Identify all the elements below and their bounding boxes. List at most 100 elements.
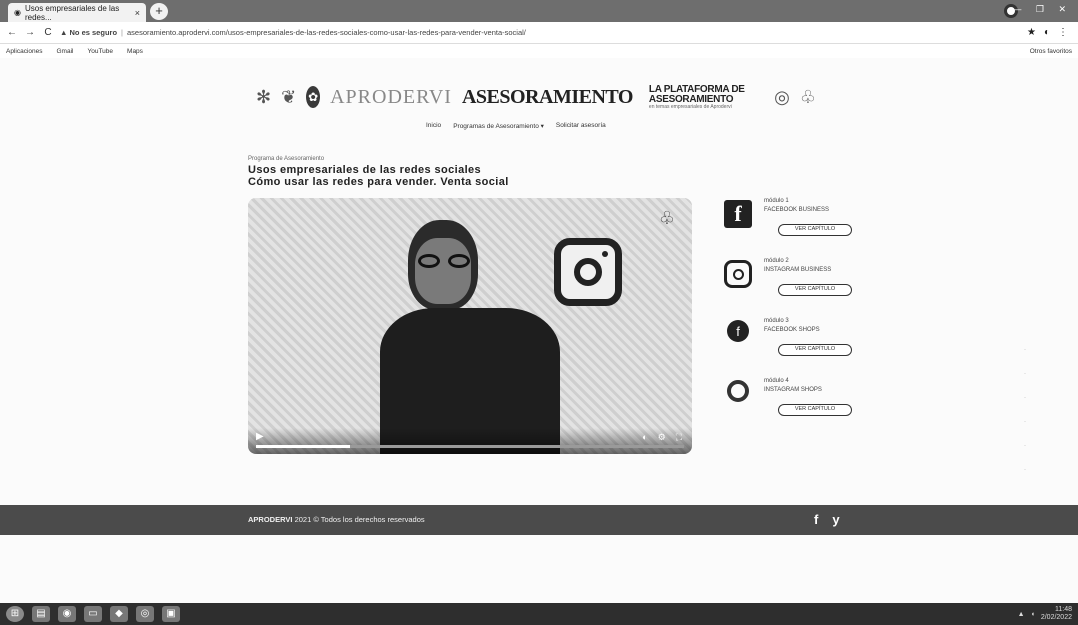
tab-close-icon[interactable]: ×: [135, 8, 140, 18]
video-progress-bar[interactable]: [256, 445, 684, 448]
terminal-icon[interactable]: ▣: [162, 606, 180, 622]
reload-icon[interactable]: C: [42, 27, 54, 38]
brand-name: APRODERVI: [330, 85, 452, 108]
module-label: módulo 4: [764, 378, 789, 384]
url-input[interactable]: ▲ No es seguro | asesoramiento.aprodervi…: [60, 25, 1021, 41]
footer-copyright-text: 2021 © Todos los derechos reservados: [294, 515, 425, 524]
explorer-icon[interactable]: ▤: [32, 606, 50, 622]
footer-copyright: APRODERVI 2021 © Todos los derechos rese…: [248, 515, 425, 524]
browser-tab[interactable]: ◉ Usos empresariales de las redes... ×: [8, 3, 146, 22]
page-title: Usos empresariales de las redes sociales: [248, 164, 482, 176]
facebook-link-icon[interactable]: f: [814, 512, 818, 527]
snowflake-icon: ✻: [256, 86, 272, 107]
other-bookmarks[interactable]: Otros favoritos: [1030, 48, 1072, 55]
emblem-icon: ❦: [281, 86, 297, 107]
facebook-icon: f: [724, 200, 752, 228]
presenter-face: [415, 238, 471, 304]
tree-icon: ♧: [799, 86, 816, 107]
facebook-shops-icon: f: [727, 320, 749, 342]
new-tab-button[interactable]: +: [150, 3, 168, 20]
module-list: f módulo 1 FACEBOOK BUSINESS VER CAPÍTUL…: [724, 198, 884, 438]
module-name: INSTAGRAM BUSINESS: [764, 267, 832, 273]
security-warning[interactable]: ▲ No es seguro: [60, 28, 117, 37]
web-page: ✻ ❦ ✿ APRODERVI ASESORAMIENTO LA PLATAFO…: [0, 58, 1078, 603]
clock-date: 2/02/2022: [1040, 614, 1072, 621]
social-links: f y: [814, 512, 840, 527]
bookmark-apps[interactable]: Aplicaciones: [6, 48, 43, 55]
network-icon[interactable]: ▲: [1018, 611, 1025, 618]
breadcrumb[interactable]: Programa de Asesoramiento: [248, 156, 324, 162]
brand-section: ASESORAMIENTO: [461, 85, 633, 108]
view-chapter-button[interactable]: VER CAPÍTULO: [778, 224, 852, 236]
volume-icon[interactable]: ◐: [642, 432, 647, 443]
menu-item-inicio[interactable]: Inicio: [426, 122, 441, 130]
module-label: módulo 3: [764, 318, 789, 324]
play-icon[interactable]: ▶: [256, 431, 264, 442]
menu-item-solicitar[interactable]: Solicitar asesoría: [556, 122, 606, 130]
instagram-shops-icon: [727, 380, 749, 402]
toolbar-actions: ★ ◐ ⋮: [1027, 27, 1068, 38]
module-item-2: módulo 2 INSTAGRAM BUSINESS VER CAPÍTULO: [724, 258, 884, 318]
module-item-3: f módulo 3 FACEBOOK SHOPS VER CAPÍTULO: [724, 318, 884, 378]
video-control-icons: ◐ ⚙ ⛶: [642, 432, 682, 443]
tagline-sub: en temas empresariales de Aprodervi: [648, 103, 732, 110]
module-name: FACEBOOK SHOPS: [764, 327, 820, 333]
chrome-icon[interactable]: ◎: [136, 606, 154, 622]
url-text: asesoramiento.aprodervi.com/usos-empresa…: [126, 28, 526, 37]
module-item-1: f módulo 1 FACEBOOK BUSINESS VER CAPÍTUL…: [724, 198, 884, 258]
tab-title: Usos empresariales de las redes...: [24, 3, 120, 22]
bookmark-maps[interactable]: Maps: [127, 48, 143, 55]
settings-icon[interactable]: ⚙: [658, 432, 666, 443]
view-chapter-button[interactable]: VER CAPÍTULO: [778, 404, 852, 416]
module-label: módulo 2: [764, 258, 789, 264]
media-icon[interactable]: ◉: [58, 606, 76, 622]
video-player[interactable]: ♧ ▶ ◐ ⚙ ⛶: [248, 198, 692, 454]
site-footer: APRODERVI 2021 © Todos los derechos rese…: [0, 505, 1078, 535]
view-chapter-button[interactable]: VER CAPÍTULO: [778, 284, 852, 296]
instagram-icon: [724, 260, 752, 288]
tagline-main: LA PLATAFORMA DE ASESORAMIENTO: [648, 83, 745, 105]
os-taskbar: ⊞ ▤ ◉ ▭ ◆ ◎ ▣ ▲ ◖ 11:48 2/02/2022: [0, 603, 1078, 625]
back-arrow-icon[interactable]: ←: [6, 27, 18, 38]
address-bar: ← → C ▲ No es seguro | asesoramiento.apr…: [0, 22, 1078, 44]
browser-tab-bar: ◉ Usos empresariales de las redes... × +…: [0, 0, 1078, 22]
module-item-4: módulo 4 INSTAGRAM SHOPS VER CAPÍTULO: [724, 378, 884, 438]
video-progress-fill: [256, 445, 351, 448]
page-favicon-icon: ◉: [14, 8, 21, 17]
video-controls: ▶ ◐ ⚙ ⛶: [248, 428, 692, 454]
system-clock[interactable]: 11:48 2/02/2022: [1041, 606, 1072, 621]
brand-tagline: LA PLATAFORMA DE ASESORAMIENTO en temas …: [648, 83, 764, 110]
bookmark-youtube[interactable]: YouTube: [87, 48, 113, 55]
module-name: INSTAGRAM SHOPS: [764, 387, 822, 393]
instagram-logo-icon: [554, 238, 622, 306]
view-chapter-button[interactable]: VER CAPÍTULO: [778, 344, 852, 356]
menu-kebab-icon[interactable]: ⋮: [1058, 27, 1068, 38]
folder-icon[interactable]: ▭: [84, 606, 102, 622]
extension-icon[interactable]: ◐: [1044, 27, 1050, 38]
leaf-logo-icon: ✿: [306, 86, 321, 108]
clock-time: 11:48: [1055, 606, 1072, 614]
bookmark-gmail[interactable]: Gmail: [57, 48, 74, 55]
footer-brand: APRODERVI: [248, 515, 293, 524]
presenter-glasses: [418, 254, 470, 268]
bookmarks-bar: Aplicaciones Gmail YouTube Maps Otros fa…: [0, 44, 1078, 58]
scroll-indicator: · · · · · ·: [1024, 347, 1026, 473]
main-menu: Inicio Programas de Asesoramiento ▾ Soli…: [426, 122, 606, 130]
fullscreen-icon[interactable]: ⛶: [676, 432, 682, 443]
module-name: FACEBOOK BUSINESS: [764, 207, 830, 213]
menu-item-programas[interactable]: Programas de Asesoramiento ▾: [453, 122, 544, 130]
twitter-link-icon[interactable]: y: [832, 512, 839, 527]
forward-arrow-icon[interactable]: →: [24, 27, 36, 38]
page-subtitle: Cómo usar las redes para vender. Venta s…: [248, 176, 509, 188]
seal-icon: ◎: [774, 86, 790, 107]
url-separator: |: [121, 28, 123, 37]
tree-watermark-icon: ♧: [658, 208, 676, 228]
module-label: módulo 1: [764, 198, 789, 204]
window-controls[interactable]: — ❐ ✕: [1012, 4, 1072, 15]
bookmark-star-icon[interactable]: ★: [1027, 27, 1036, 38]
start-button[interactable]: ⊞: [6, 606, 24, 622]
volume-tray-icon[interactable]: ◖: [1031, 611, 1035, 618]
app-icon[interactable]: ◆: [110, 606, 128, 622]
system-tray: ▲ ◖ 11:48 2/02/2022: [1018, 606, 1072, 621]
site-header-logo[interactable]: ✻ ❦ ✿ APRODERVI ASESORAMIENTO LA PLATAFO…: [256, 82, 816, 112]
